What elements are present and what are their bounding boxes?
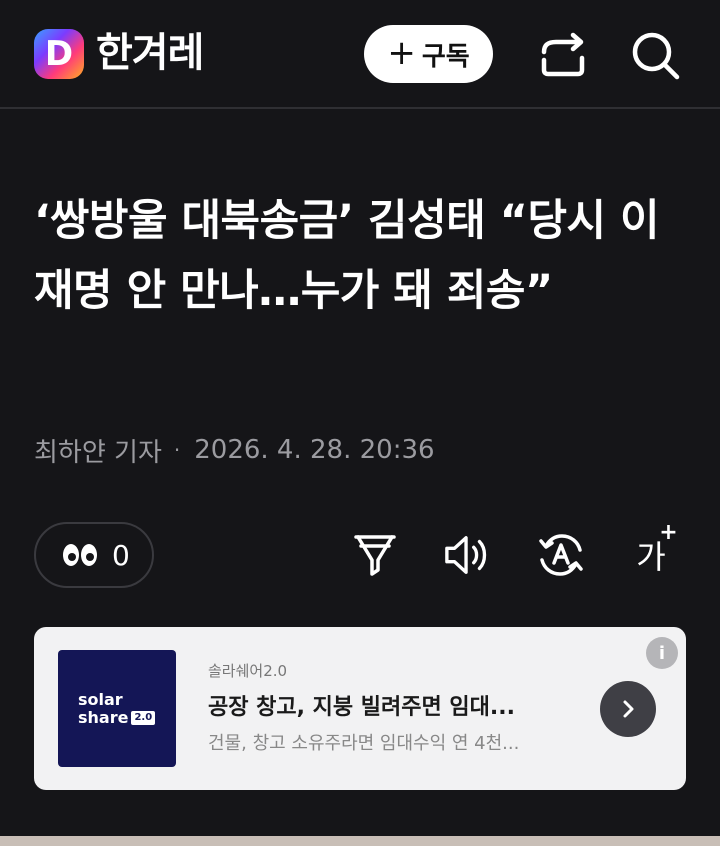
chevron-right-icon bbox=[623, 700, 634, 718]
search-icon bbox=[632, 32, 680, 80]
audio-button[interactable] bbox=[444, 530, 490, 580]
eyes-icon bbox=[63, 544, 97, 566]
ad-sponsor: 솔라쉐어2.0 bbox=[208, 662, 288, 680]
byline: 최하얀 기자 · 2026. 4. 28. 20:36 bbox=[34, 430, 435, 470]
author-name[interactable]: 최하얀 기자 bbox=[34, 432, 162, 469]
views-count: 0 bbox=[112, 538, 130, 572]
font-size-label: 가 + bbox=[636, 520, 677, 578]
views-counter[interactable]: 0 bbox=[34, 522, 154, 588]
ad-title[interactable]: 공장 창고, 지붕 빌려주면 임대... bbox=[208, 689, 515, 721]
brand-name[interactable]: 한겨레 bbox=[96, 28, 204, 78]
translate-icon bbox=[539, 534, 583, 576]
ad-description: 건물, 창고 소유주라면 임대수익 연 4천... bbox=[208, 733, 520, 754]
daum-logo[interactable]: D bbox=[34, 29, 84, 79]
subscribe-label: 구독 bbox=[421, 41, 470, 72]
speaker-icon bbox=[445, 536, 487, 574]
logo-letter: D bbox=[44, 34, 74, 74]
share-button[interactable] bbox=[534, 30, 590, 80]
filter-icon bbox=[354, 535, 396, 576]
font-size-plus-icon: + bbox=[659, 520, 678, 545]
plus-icon: + bbox=[387, 32, 416, 73]
ad-info-icon[interactable]: i bbox=[646, 637, 678, 669]
ad-thumb-badge: 2.0 bbox=[131, 710, 156, 725]
byline-separator: · bbox=[173, 438, 181, 462]
share-arrow-icon bbox=[541, 32, 585, 77]
subscribe-button[interactable]: + 구독 bbox=[364, 25, 493, 83]
article-headline: ‘쌍방울 대북송금’ 김성태 “당시 이재명 안 만나…누가 돼 죄송” bbox=[34, 196, 660, 316]
filter-button[interactable] bbox=[352, 530, 398, 580]
publish-datetime: 2026. 4. 28. 20:36 bbox=[194, 435, 435, 465]
translate-button[interactable] bbox=[538, 530, 584, 580]
ad-card[interactable]: solar share 2.0 솔라쉐어2.0 공장 창고, 지붕 빌려주면 임… bbox=[34, 627, 686, 790]
ad-next-button[interactable] bbox=[600, 681, 656, 737]
ad-thumb-text-1: solar bbox=[78, 689, 123, 709]
article-photo-edge bbox=[0, 836, 720, 846]
ad-thumbnail: solar share 2.0 bbox=[58, 650, 176, 767]
font-size-button[interactable]: 가 + bbox=[628, 520, 677, 580]
top-bar: D 한겨레 + 구독 bbox=[0, 0, 720, 109]
search-button[interactable] bbox=[628, 28, 682, 82]
ad-thumb-word: share bbox=[78, 707, 129, 727]
ad-thumb-text-2: share 2.0 bbox=[78, 707, 176, 727]
